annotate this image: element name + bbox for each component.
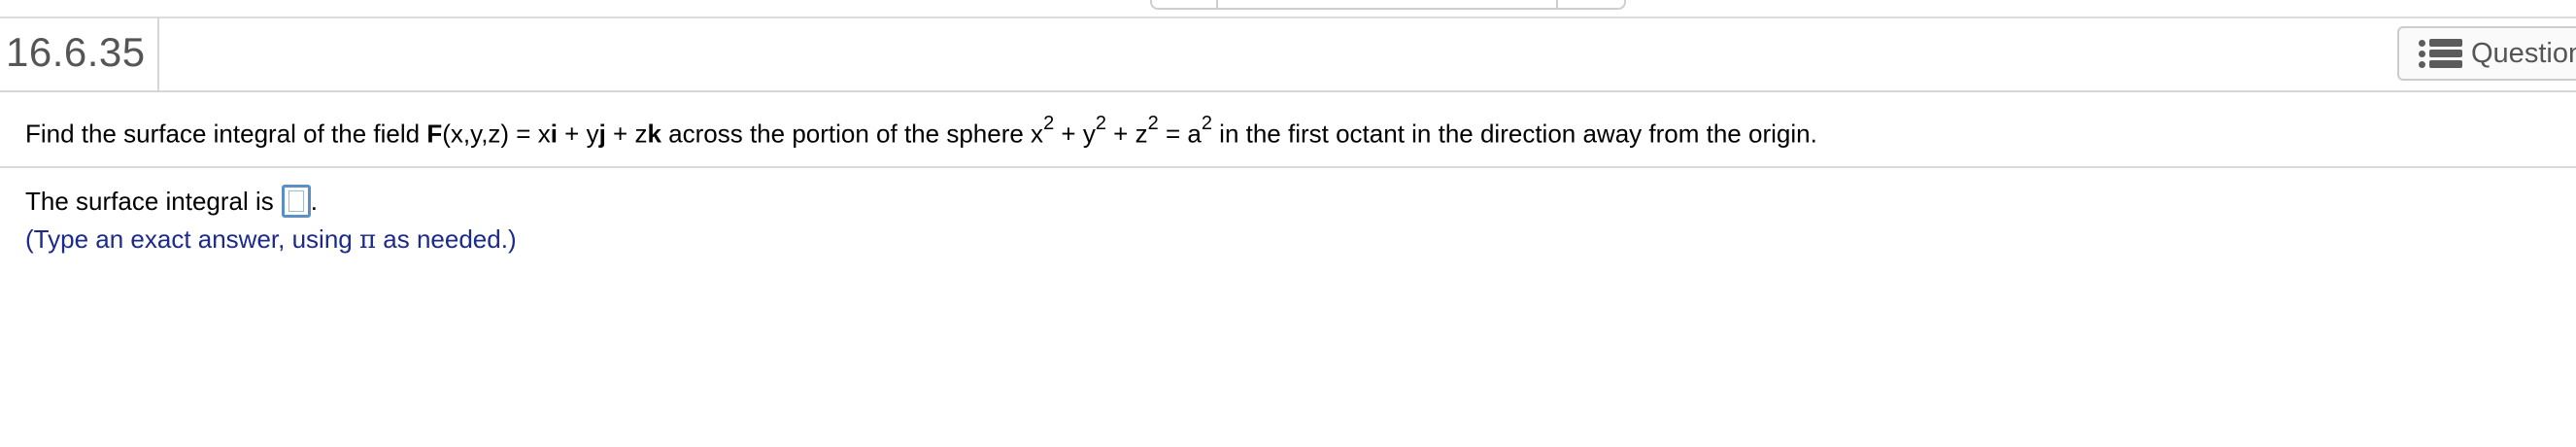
tab-separator xyxy=(1216,0,1218,8)
tab-separator xyxy=(1556,0,1558,8)
question-menu-button[interactable]: Question xyxy=(2397,26,2576,81)
answer-row: The surface integral is . xyxy=(25,185,318,218)
question-number: 16.6.35 xyxy=(6,29,146,75)
question-page: 16.6.35 Question Find the surface integr… xyxy=(0,0,2576,447)
list-icon xyxy=(2419,37,2463,70)
answer-period: . xyxy=(310,186,319,216)
top-toolbar-tab xyxy=(1150,0,1626,10)
answer-hint: (Type an exact answer, using π as needed… xyxy=(25,224,517,255)
statement-divider xyxy=(0,166,2576,168)
answer-input[interactable] xyxy=(281,185,311,218)
header-divider xyxy=(157,18,159,90)
question-header: 16.6.35 Question xyxy=(0,18,2576,92)
answer-input-inner xyxy=(288,190,304,212)
problem-statement: Find the surface integral of the field F… xyxy=(25,113,1817,149)
question-menu-label: Question xyxy=(2471,37,2576,69)
answer-label: The surface integral is xyxy=(25,186,274,216)
